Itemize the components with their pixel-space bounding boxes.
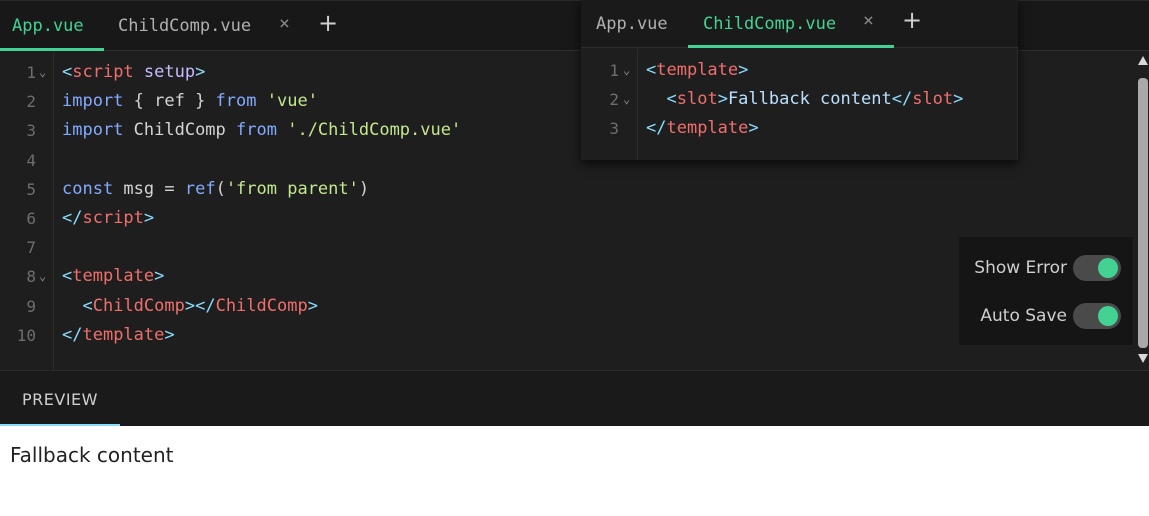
code-line: import ChildComp from './ChildComp.vue' [62, 120, 462, 141]
switch-knob [1098, 258, 1118, 278]
tab-preview[interactable]: PREVIEW [0, 371, 120, 427]
fold-chevron-icon[interactable]: ⌄ [39, 262, 46, 291]
fold-chevron-icon[interactable]: ⌄ [39, 58, 46, 87]
close-tab-icon[interactable]: × [279, 13, 290, 35]
popup-tab-bar: App.vue ChildComp.vue × + [581, 0, 1018, 48]
code-line: <slot>Fallback content</slot> [666, 89, 964, 110]
line-number: 3 [26, 121, 36, 141]
add-file-icon[interactable]: + [902, 7, 922, 33]
show-error-toggle-row[interactable]: Show Error [974, 255, 1121, 281]
active-tab-indicator [0, 48, 104, 51]
code-line: import { ref } from 'vue' [62, 91, 318, 112]
code-line: <template> [62, 266, 165, 287]
switch-knob [1098, 306, 1118, 326]
code-area[interactable]: <script setup> import { ref } from 'vue'… [62, 58, 461, 350]
line-number-gutter: 1 ⌄ 2 ⌄ 3 [581, 49, 638, 160]
tab-label: ChildComp.vue [703, 14, 837, 34]
auto-save-switch[interactable] [1073, 303, 1121, 329]
line-number: 1 [26, 63, 36, 82]
tab-label: App.vue [596, 13, 668, 34]
close-tab-icon[interactable]: × [863, 10, 874, 32]
preview-output-text: Fallback content [10, 443, 174, 467]
line-number: 10 [16, 325, 36, 345]
fold-chevron-icon[interactable]: ⌄ [623, 56, 630, 85]
line-number: 8 [26, 267, 36, 287]
scrollbar-thumb[interactable] [1138, 78, 1148, 348]
code-area[interactable]: <template> <slot>Fallback content</slot>… [646, 56, 963, 144]
line-number: 4 [26, 150, 36, 170]
preview-pane: Fallback content [0, 426, 1149, 516]
code-line: <template> [646, 60, 749, 80]
line-number: 3 [609, 119, 619, 139]
scroll-up-arrow-icon[interactable] [1138, 56, 1148, 65]
childcomp-editor-popup: App.vue ChildComp.vue × + 1 ⌄ 2 ⌄ 3 <tem… [581, 0, 1018, 160]
tab-app-vue[interactable]: App.vue [596, 0, 686, 47]
code-line: </template> [646, 118, 759, 139]
code-line: </template> [62, 324, 175, 345]
line-number: 7 [26, 238, 36, 258]
preview-tab-bar: PREVIEW [0, 370, 1149, 427]
tab-label: App.vue [12, 16, 84, 36]
fold-chevron-icon[interactable]: ⌄ [623, 85, 630, 114]
tab-app-vue[interactable]: App.vue [0, 1, 104, 51]
code-line: <ChildComp></ChildComp> [82, 295, 318, 316]
scroll-down-arrow-icon[interactable] [1138, 354, 1148, 363]
code-line: const msg = ref('from parent') [62, 178, 370, 199]
auto-save-toggle-row[interactable]: Auto Save [980, 303, 1121, 329]
toggle-label: Auto Save [980, 306, 1067, 326]
tab-label: PREVIEW [22, 389, 98, 409]
code-editor: App.vue ChildComp.vue × + 1 ⌄ 2 3 4 5 6 … [0, 0, 1149, 370]
code-line: </script> [62, 207, 155, 228]
settings-toggles-panel: Show Error Auto Save [959, 237, 1133, 345]
vertical-scrollbar[interactable] [1137, 56, 1149, 366]
line-number: 6 [26, 209, 36, 228]
show-error-switch[interactable] [1073, 255, 1121, 281]
line-number-gutter: 1 ⌄ 2 3 4 5 6 7 8 ⌄ 9 10 [0, 52, 54, 370]
active-tab-indicator [688, 45, 894, 48]
line-number: 5 [26, 179, 36, 199]
add-file-icon[interactable]: + [318, 10, 338, 36]
tab-childcomp-vue[interactable]: ChildComp.vue [118, 1, 268, 51]
code-line: <script setup> [62, 62, 206, 82]
tab-label: ChildComp.vue [118, 16, 252, 36]
line-number: 1 [609, 61, 619, 80]
line-number: 2 [26, 92, 36, 112]
line-number: 2 [609, 90, 619, 110]
toggle-label: Show Error [974, 258, 1067, 278]
line-number: 9 [26, 296, 36, 316]
